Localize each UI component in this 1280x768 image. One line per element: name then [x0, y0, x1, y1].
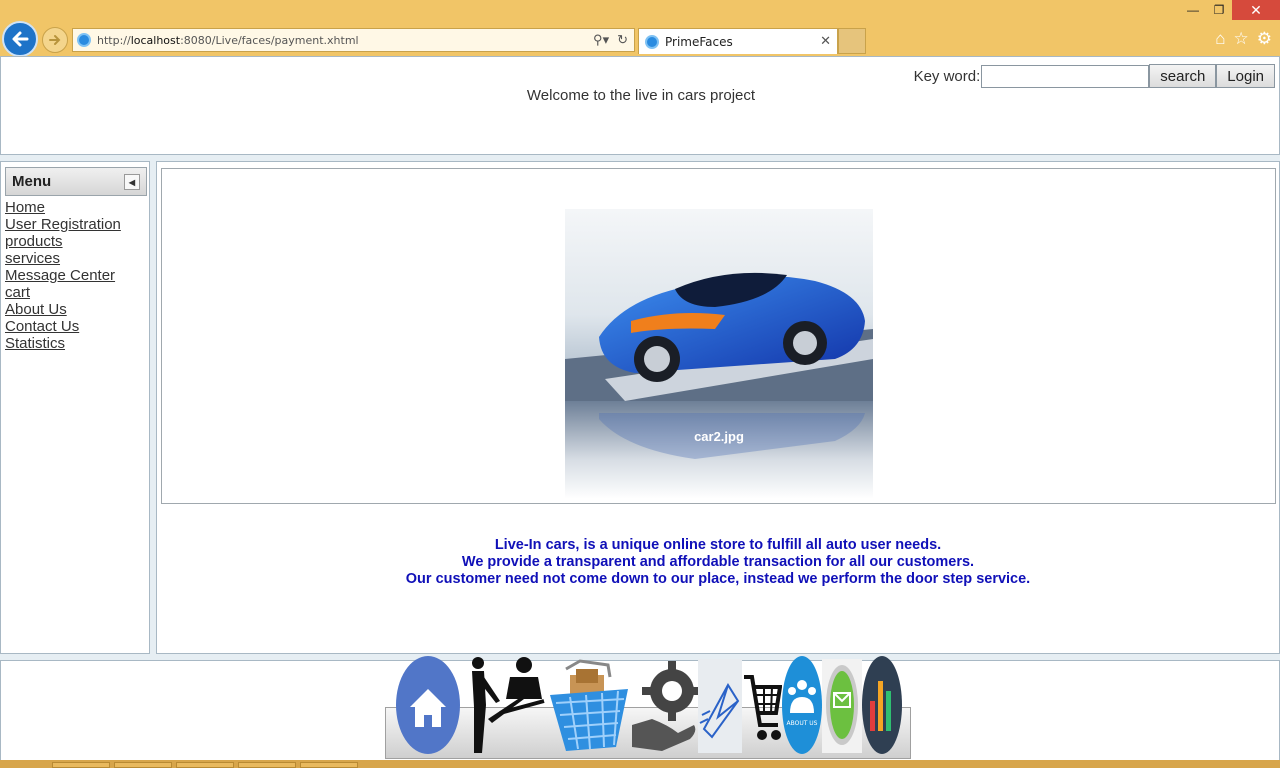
- dock-cart[interactable]: [742, 655, 782, 755]
- home-icon[interactable]: ⌂: [1215, 29, 1225, 49]
- dock-services[interactable]: [632, 655, 698, 755]
- page-header: Welcome to the live in cars project Key …: [0, 56, 1280, 155]
- contact-icon: [822, 659, 862, 753]
- menu-item-cart[interactable]: cart: [5, 284, 121, 301]
- dock-products[interactable]: [546, 655, 632, 755]
- menu-title: Menu: [12, 173, 52, 190]
- url-prefix: http://: [97, 33, 131, 47]
- page: Welcome to the live in cars project Key …: [0, 56, 1280, 764]
- tagline-line-3: Our customer need not come down to our p…: [405, 571, 1031, 587]
- menu-item-message-center[interactable]: Message Center: [5, 267, 121, 284]
- restore-icon[interactable]: ❐: [1206, 0, 1232, 20]
- taskbar-item-3[interactable]: [176, 762, 234, 768]
- minimize-icon[interactable]: —: [1180, 0, 1206, 20]
- url-host: localhost: [130, 33, 181, 47]
- car-image[interactable]: car2.jpg: [565, 209, 873, 499]
- dock-about-us[interactable]: ABOUT US: [782, 655, 822, 755]
- footer: ABOUT US: [0, 656, 1280, 764]
- products-basket-icon: [550, 659, 628, 751]
- tagline-line-1: Live-In cars, is a unique online store t…: [494, 537, 942, 553]
- taskbar-item-5[interactable]: [300, 762, 358, 768]
- taskbar-item-explorer[interactable]: [52, 762, 110, 768]
- window-controls: — ❐ ✕: [1180, 0, 1280, 20]
- browser-tab[interactable]: PrimeFaces ✕: [638, 28, 838, 54]
- services-gear-hand-icon: [632, 661, 698, 751]
- home-icon: [396, 656, 460, 754]
- login-button[interactable]: Login: [1216, 64, 1275, 88]
- menu-item-user-registration[interactable]: User Registration: [5, 216, 121, 233]
- back-button[interactable]: [2, 21, 38, 57]
- welcome-text: Welcome to the live in cars project: [526, 87, 756, 104]
- keyword-input[interactable]: [981, 64, 1150, 88]
- svg-text:ABOUT US: ABOUT US: [786, 720, 817, 727]
- dock-home[interactable]: [396, 655, 460, 755]
- dock-contact[interactable]: [822, 655, 862, 755]
- menu-item-contact-us[interactable]: Contact Us: [5, 318, 121, 335]
- address-url: http://localhost:8080/Live/faces/payment…: [97, 34, 359, 47]
- content-panel: car2.jpg Live-In cars, is a unique onlin…: [156, 161, 1280, 654]
- tab-close-icon[interactable]: ✕: [820, 34, 831, 49]
- close-window-icon[interactable]: ✕: [1232, 0, 1280, 20]
- browser-chrome: — ❐ ✕ http://localhost:8080/Live/faces/p…: [0, 0, 1280, 57]
- search-area: Key word: search Login: [914, 64, 1275, 88]
- search-icon[interactable]: ⚲▾: [593, 32, 609, 48]
- dock-messages[interactable]: [698, 655, 742, 755]
- ie-page-icon: [77, 33, 91, 47]
- tab-title: PrimeFaces: [665, 34, 733, 49]
- refresh-icon[interactable]: ↻: [617, 32, 628, 48]
- registration-icon: [472, 657, 545, 753]
- tagline-line-2: We provide a transparent and affordable …: [461, 554, 975, 570]
- statistics-icon: [862, 656, 902, 754]
- forward-arrow-icon: [49, 35, 61, 45]
- menu-item-products[interactable]: products: [5, 233, 121, 250]
- back-arrow-icon: [12, 31, 29, 47]
- tagline: Live-In cars, is a unique online store t…: [157, 537, 1279, 588]
- url-rest: :8080/Live/faces/payment.xhtml: [180, 33, 359, 47]
- icon-dock: ABOUT US: [396, 653, 902, 755]
- message-envelope-icon: [698, 659, 742, 753]
- menu-item-home[interactable]: Home: [5, 199, 121, 216]
- new-tab-button[interactable]: [838, 28, 866, 54]
- menu-item-statistics[interactable]: Statistics: [5, 335, 121, 352]
- menu-header: Menu ◀: [5, 167, 147, 196]
- menu-panel: Menu ◀ Home User Registration products s…: [0, 161, 150, 654]
- star-icon[interactable]: ☆: [1234, 29, 1249, 49]
- taskbar-item-2[interactable]: [114, 762, 172, 768]
- address-actions: ⚲▾ ↻: [593, 32, 628, 48]
- image-gallery: car2.jpg: [161, 168, 1276, 504]
- menu-item-services[interactable]: services: [5, 250, 121, 267]
- keyword-label: Key word:: [913, 67, 981, 85]
- image-caption: car2.jpg: [694, 429, 744, 444]
- menu-item-about-us[interactable]: About Us: [5, 301, 121, 318]
- car-picture: [565, 209, 873, 499]
- ie-tab-icon: [645, 34, 659, 49]
- menu-links: Home User Registration products services…: [5, 199, 121, 352]
- about-us-icon: ABOUT US: [782, 656, 822, 754]
- gear-icon[interactable]: ⚙: [1257, 29, 1272, 49]
- dock-statistics[interactable]: [862, 655, 902, 755]
- browser-tools: ⌂ ☆ ⚙: [1215, 29, 1272, 49]
- taskbar-item-4[interactable]: [238, 762, 296, 768]
- forward-button[interactable]: [42, 27, 68, 53]
- dock-registration[interactable]: [460, 655, 546, 755]
- search-button[interactable]: search: [1149, 64, 1217, 88]
- address-bar[interactable]: http://localhost:8080/Live/faces/payment…: [72, 28, 635, 52]
- collapse-left-icon[interactable]: ◀: [124, 174, 140, 190]
- cart-icon: [744, 675, 782, 740]
